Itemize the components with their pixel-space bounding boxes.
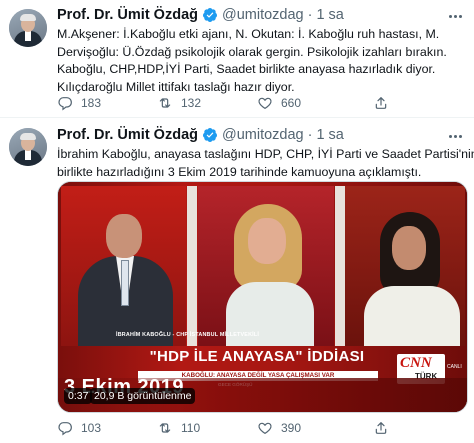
like-button[interactable]: 660: [257, 95, 301, 111]
video-lower-third-name: İBRAHİM KABOĞLU - CHP İSTANBUL MİLLETVEK…: [116, 332, 260, 338]
tweet[interactable]: Prof. Dr. Ümit Özdağ @umitozdag · 1 sa İ…: [0, 118, 474, 443]
author-name[interactable]: Prof. Dr. Ümit Özdağ: [57, 127, 198, 143]
heart-icon: [258, 97, 272, 110]
more-icon[interactable]: [446, 8, 464, 24]
video-duration: 0:37: [64, 388, 93, 404]
tweet-actions: 183 132 660: [57, 95, 457, 111]
more-icon[interactable]: [446, 128, 464, 144]
tweet-text-line: Dervişoğlu: Ü.Özdağ psikolojik olarak ge…: [57, 44, 447, 59]
share-button[interactable]: [373, 420, 397, 436]
reply-icon: [58, 422, 72, 436]
avatar[interactable]: [9, 9, 47, 47]
tweet-time[interactable]: 1 sa: [316, 7, 343, 23]
tweet-text-line: M.Akşener: İ.Kaboğlu etki ajanı, N. Okut…: [57, 27, 440, 41]
channel-logo-text: CNN: [400, 355, 432, 371]
retweet-icon: [159, 423, 171, 433]
reply-button[interactable]: 183: [57, 95, 101, 111]
reply-count: 183: [81, 96, 102, 110]
like-button[interactable]: 390: [257, 420, 301, 436]
tweet-text: M.Akşener: İ.Kaboğlu etki ajanı, N. Okut…: [57, 26, 467, 96]
tweet-header: Prof. Dr. Ümit Özdağ @umitozdag · 1 sa: [57, 125, 344, 145]
heart-icon: [258, 422, 272, 435]
author-handle[interactable]: @umitozdag: [222, 7, 304, 23]
verified-badge-icon: [202, 8, 217, 22]
avatar[interactable]: [9, 128, 47, 166]
share-button[interactable]: [373, 95, 397, 111]
tweet-text: İbrahim Kaboğlu, anayasa taslağını HDP, …: [57, 146, 474, 181]
tweet-actions: 103 110 390: [57, 420, 457, 436]
like-count: 660: [281, 96, 302, 110]
share-icon: [375, 97, 387, 109]
tweet-text-line: Kaboğlu, CHP,HDP,İYİ Parti, Saadet birli…: [57, 62, 436, 77]
retweet-icon: [159, 98, 171, 108]
separator-dot: ·: [307, 127, 313, 143]
author-name[interactable]: Prof. Dr. Ümit Özdağ: [57, 7, 198, 23]
tweet-text-line: birlikte hazırladığını 3 Ekim 2019 tarih…: [57, 164, 422, 179]
reply-icon: [58, 97, 72, 111]
tweet[interactable]: Prof. Dr. Ümit Özdağ @umitozdag · 1 sa M…: [0, 0, 474, 118]
verified-badge-icon: [202, 128, 217, 142]
retweet-button[interactable]: 132: [157, 95, 201, 111]
live-label: CANLI: [447, 364, 462, 370]
tweet-header: Prof. Dr. Ümit Özdağ @umitozdag · 1 sa: [57, 5, 344, 25]
video-view-count: 20,9 B görüntülenme: [90, 388, 196, 404]
reply-count: 103: [81, 421, 102, 435]
video-player[interactable]: İBRAHİM KABOĞLU - CHP İSTANBUL MİLLETVEK…: [57, 181, 468, 413]
retweet-count: 110: [181, 421, 201, 435]
reply-button[interactable]: 103: [57, 420, 101, 436]
tweet-text-line: İbrahim Kaboğlu, anayasa taslağını HDP, …: [57, 147, 474, 161]
like-count: 390: [281, 421, 302, 435]
tweet-text-line: Kılıçdaroğlu Millet ittifakı taslağı haz…: [57, 79, 295, 94]
retweet-count: 132: [181, 96, 202, 110]
tweet-time[interactable]: 1 sa: [316, 127, 343, 143]
separator-dot: ·: [307, 7, 313, 23]
author-handle[interactable]: @umitozdag: [222, 127, 304, 143]
share-icon: [375, 422, 387, 434]
retweet-button[interactable]: 110: [157, 420, 200, 436]
video-headline: "HDP İLE ANAYASA" İDDİASI: [149, 348, 365, 365]
